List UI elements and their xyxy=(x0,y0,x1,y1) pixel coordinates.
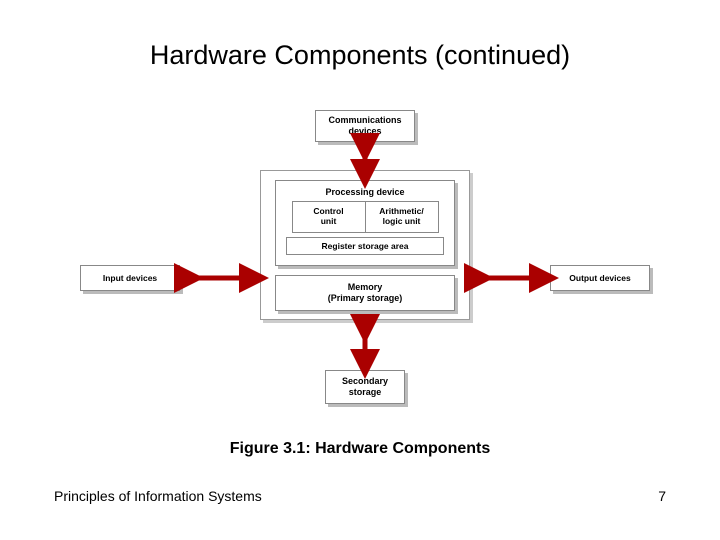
label: storage xyxy=(349,387,382,398)
box-control-unit: Control unit xyxy=(292,201,366,233)
label: Input devices xyxy=(103,273,157,284)
arrow-proc-output xyxy=(473,271,550,285)
arrow-comm-proc xyxy=(358,142,372,180)
label: Memory xyxy=(348,282,383,293)
label: Arithmetic/ xyxy=(379,206,423,216)
footer-source: Principles of Information Systems xyxy=(54,488,262,504)
box-input: Input devices xyxy=(80,265,180,291)
label: Secondary xyxy=(342,376,388,387)
slide-title: Hardware Components (continued) xyxy=(0,40,720,71)
label: unit xyxy=(321,216,337,226)
arrow-mem-secondary xyxy=(358,323,372,370)
label: Register storage area xyxy=(322,241,409,251)
label: Control xyxy=(313,206,343,216)
label: (Primary storage) xyxy=(328,293,403,304)
hardware-diagram: Communications devices Processing device… xyxy=(60,110,660,420)
label: logic unit xyxy=(383,216,421,226)
box-register: Register storage area xyxy=(286,237,444,255)
label: devices xyxy=(348,126,381,137)
page-number: 7 xyxy=(658,488,666,504)
label: Communications xyxy=(328,115,401,126)
slide: Hardware Components (continued) Communic… xyxy=(0,0,720,540)
cpu-inner-row: Control unit Arithmetic/ logic unit xyxy=(286,201,444,233)
box-communications: Communications devices xyxy=(315,110,415,142)
box-output: Output devices xyxy=(550,265,650,291)
label: Output devices xyxy=(569,273,630,284)
box-processing: Processing device Control unit Arithmeti… xyxy=(275,180,455,266)
box-secondary: Secondary storage xyxy=(325,370,405,404)
arrow-input-proc xyxy=(183,271,260,285)
label-processing: Processing device xyxy=(286,187,444,197)
box-alu: Arithmetic/ logic unit xyxy=(366,201,439,233)
box-memory: Memory (Primary storage) xyxy=(275,275,455,311)
figure-caption: Figure 3.1: Hardware Components xyxy=(0,440,720,458)
